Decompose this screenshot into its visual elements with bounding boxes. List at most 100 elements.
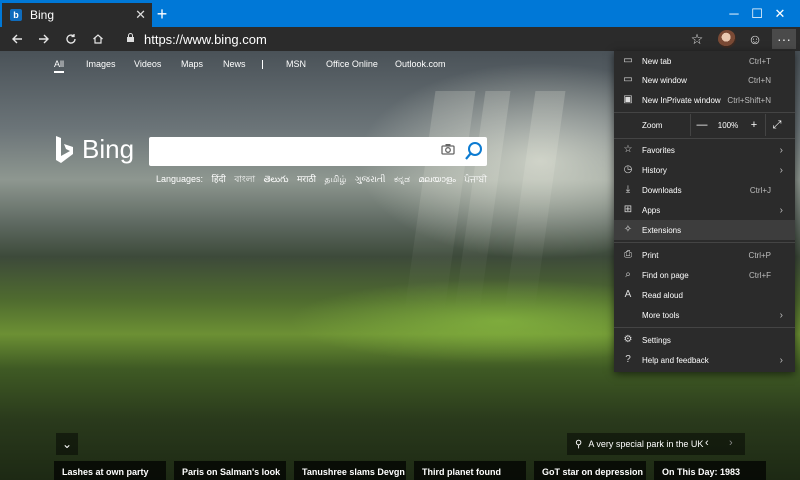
news-item[interactable]: Paris on Salman's look (174, 461, 286, 480)
new-window-icon: ▭ (623, 74, 633, 85)
news-item[interactable]: Tanushree slams Devgn (294, 461, 406, 480)
settings-and-more-button[interactable]: ··· (772, 29, 796, 49)
language-link[interactable]: ಕನ್ನಡ (394, 174, 410, 184)
menu-print[interactable]: ⎙ Print Ctrl+P (614, 245, 795, 265)
language-link[interactable]: मराठी (297, 174, 316, 184)
new-tab-icon: ▭ (623, 55, 633, 66)
zoom-value: 100% (717, 120, 739, 130)
zoom-out-button[interactable]: — (691, 114, 713, 136)
location-pin-icon: ⚲ (575, 438, 583, 450)
language-link[interactable]: বাংলা (234, 174, 255, 184)
language-link[interactable]: తెలుగు (264, 174, 289, 184)
language-links: Languages: हिंदी বাংলা తెలుగు मराठी தமிழ… (156, 172, 493, 187)
feedback-smiley-icon[interactable]: ☺ (744, 29, 766, 49)
history-clock-icon: ◷ (623, 164, 633, 175)
menu-more-tools[interactable]: More tools › (614, 305, 795, 325)
language-link[interactable]: ਪੰਜਾਬੀ (464, 174, 487, 184)
settings-menu: ▭ New tab Ctrl+T ▭ New window Ctrl+N ▣ N… (614, 51, 795, 372)
bing-nav-maps[interactable]: Maps (181, 59, 203, 73)
menu-help-feedback[interactable]: ? Help and feedback › (614, 350, 795, 370)
read-aloud-icon: A (624, 289, 632, 300)
window-close-button[interactable]: ✕ (758, 0, 800, 27)
menu-read-aloud[interactable]: A Read aloud (614, 285, 795, 305)
submenu-chevron-icon: › (779, 144, 783, 156)
menu-separator (614, 138, 795, 139)
tab-bing[interactable]: b Bing ✕ (2, 3, 152, 27)
new-tab-button[interactable]: + (152, 5, 172, 25)
news-item[interactable]: Third planet found (414, 461, 526, 480)
menu-new-tab[interactable]: ▭ New tab Ctrl+T (614, 51, 795, 71)
extensions-puzzle-icon: ✧ (623, 224, 633, 235)
bing-nav-news[interactable]: News (223, 59, 246, 73)
menu-apps[interactable]: ⊞ Apps › (614, 200, 795, 220)
printer-icon: ⎙ (624, 249, 632, 260)
download-icon: ⤓ (625, 184, 631, 195)
zoom-in-button[interactable]: + (743, 114, 765, 136)
languages-label: Languages: (156, 174, 204, 184)
menu-favorites[interactable]: ☆ Favorites › (614, 140, 795, 160)
news-item[interactable]: Lashes at own party (54, 461, 166, 480)
next-image-icon[interactable]: › (729, 437, 733, 449)
address-toolbar: https://www.bing.com ☆ ☺ ··· (0, 27, 800, 51)
menu-separator (614, 242, 795, 243)
search-input[interactable] (157, 142, 427, 160)
inprivate-icon: ▣ (623, 94, 633, 105)
home-button[interactable] (87, 29, 109, 49)
menu-extensions[interactable]: ✧ Extensions (614, 220, 795, 240)
language-link[interactable]: ગુજરાતી (355, 174, 385, 184)
bing-nav-images[interactable]: Images (86, 59, 116, 73)
menu-new-inprivate[interactable]: ▣ New InPrivate window Ctrl+Shift+N (614, 90, 795, 110)
submenu-chevron-icon: › (779, 164, 783, 176)
menu-downloads[interactable]: ⤓ Downloads Ctrl+J (614, 180, 795, 200)
submenu-chevron-icon: › (779, 354, 783, 366)
profile-avatar[interactable] (716, 29, 738, 49)
menu-separator (614, 112, 795, 113)
search-icon[interactable] (465, 141, 483, 161)
camera-icon[interactable] (440, 143, 456, 157)
menu-find-on-page[interactable]: ⌕ Find on page Ctrl+F (614, 265, 795, 285)
language-link[interactable]: தமிழ் (325, 174, 347, 184)
bing-logo-icon (56, 135, 73, 163)
news-item[interactable]: GoT star on depression (534, 461, 646, 480)
fullscreen-icon[interactable]: ⤢ (766, 114, 788, 136)
menu-zoom-row: Zoom — 100% + ⤢ (614, 114, 795, 136)
previous-image-icon[interactable]: ‹ (705, 437, 709, 449)
gear-icon: ⚙ (623, 334, 633, 345)
image-caption[interactable]: ⚲ A very special park in the UK ‹ › (567, 433, 745, 455)
favorite-star-icon[interactable]: ☆ (686, 29, 708, 49)
language-link[interactable]: हिंदी (212, 174, 226, 184)
refresh-button[interactable] (60, 29, 82, 49)
news-item[interactable]: On This Day: 1983 (654, 461, 766, 480)
favorites-star-icon: ☆ (623, 144, 633, 155)
home-icon (93, 34, 103, 44)
address-bar[interactable]: https://www.bing.com (126, 30, 686, 48)
forward-arrow-icon (39, 34, 49, 44)
bing-nav-outlook[interactable]: Outlook.com (395, 59, 446, 73)
bing-favicon-icon: b (10, 9, 22, 21)
menu-new-window[interactable]: ▭ New window Ctrl+N (614, 70, 795, 90)
lock-icon (126, 32, 135, 46)
find-icon: ⌕ (625, 269, 631, 280)
nav-separator (262, 60, 263, 69)
back-arrow-icon (12, 34, 22, 44)
bing-logo: Bing (54, 134, 134, 165)
submenu-chevron-icon: › (779, 204, 783, 216)
language-link[interactable]: മലയാളം (419, 174, 456, 184)
forward-button[interactable] (33, 29, 55, 49)
apps-grid-icon: ⊞ (623, 204, 633, 215)
bing-logo-text: Bing (82, 134, 135, 164)
bing-nav-msn[interactable]: MSN (286, 59, 306, 73)
refresh-icon (66, 34, 76, 44)
bing-nav-office-online[interactable]: Office Online (326, 59, 378, 73)
tab-close-icon[interactable]: ✕ (135, 7, 146, 23)
menu-settings[interactable]: ⚙ Settings (614, 330, 795, 350)
bing-nav-all[interactable]: All (54, 59, 65, 73)
back-button[interactable] (6, 29, 28, 49)
scroll-down-chevron-icon[interactable]: ⌄ (56, 433, 78, 455)
help-icon: ? (625, 354, 631, 365)
menu-history[interactable]: ◷ History › (614, 160, 795, 180)
zoom-label: Zoom (642, 121, 663, 130)
caption-text: A very special park in the UK (588, 439, 704, 449)
bing-nav-videos[interactable]: Videos (134, 59, 161, 73)
submenu-chevron-icon: › (779, 309, 783, 321)
